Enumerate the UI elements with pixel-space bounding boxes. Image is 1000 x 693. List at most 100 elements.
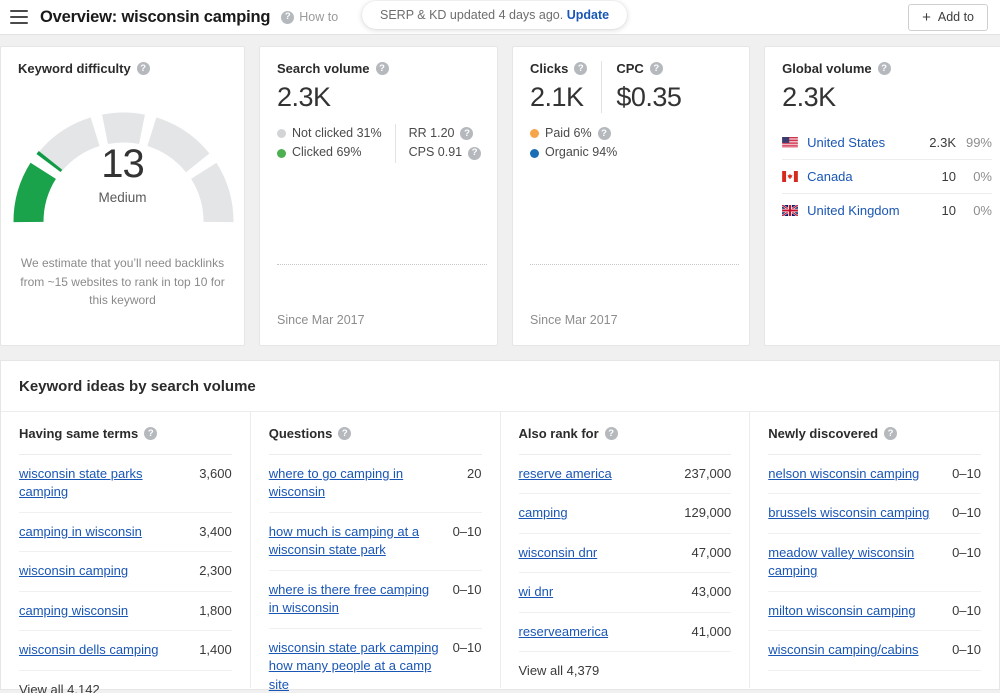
keyword-volume: 3,600 — [199, 465, 232, 481]
add-to-button[interactable]: + Add to — [908, 4, 988, 31]
keyword-link[interactable]: camping — [519, 504, 675, 522]
keyword-ideas-column: Having same terms?wisconsin state parks … — [1, 412, 251, 688]
keyword-volume: 129,000 — [684, 504, 731, 520]
page-title: Overview: wisconsin camping — [40, 8, 270, 27]
search-volume-legend: Not clicked 31% Clicked 69% RR 1.20 ? CP… — [277, 124, 480, 163]
keyword-link[interactable]: meadow valley wisconsin camping — [768, 544, 942, 581]
help-icon[interactable]: ? — [650, 62, 663, 75]
keyword-link[interactable]: brussels wisconsin camping — [768, 504, 942, 522]
keyword-difficulty-title: Keyword difficulty — [18, 61, 131, 76]
kd-gauge: 13 Medium — [1, 92, 244, 242]
keyword-link[interactable]: wi dnr — [519, 583, 682, 601]
clicks-label: Clicks ? — [530, 61, 587, 76]
column-heading-label: Also rank for — [519, 426, 599, 441]
legend-clicked: Clicked 69% — [277, 143, 382, 162]
keyword-volume: 237,000 — [684, 465, 731, 481]
not-clicked-label: Not clicked 31% — [292, 124, 382, 143]
keyword-ideas-column: Newly discovered?nelson wisconsin campin… — [750, 412, 999, 688]
cps-label: CPS 0.91 — [409, 143, 463, 162]
country-link[interactable]: United Kingdom — [807, 203, 900, 218]
kd-note: We estimate that you’ll need backlinks f… — [1, 254, 244, 310]
legend-not-clicked: Not clicked 31% — [277, 124, 382, 143]
help-icon[interactable]: ? — [878, 62, 891, 75]
keyword-ideas-title: Keyword ideas by search volume — [1, 361, 999, 412]
how-to-link[interactable]: ? How to — [281, 10, 338, 24]
country-volume: 10 — [942, 203, 956, 218]
keyword-link[interactable]: camping wisconsin — [19, 602, 189, 620]
keyword-volume: 47,000 — [691, 544, 731, 560]
keyword-link[interactable]: wisconsin dells camping — [19, 641, 189, 659]
keyword-row: reserve america 237,000 — [519, 455, 732, 494]
update-toast-text: SERP & KD updated 4 days ago. — [380, 8, 563, 22]
keyword-row: wisconsin camping 2,300 — [19, 552, 232, 591]
keyword-link[interactable]: wisconsin state park camping how many pe… — [269, 639, 443, 693]
clicks-title: Clicks — [530, 61, 568, 76]
column-heading: Also rank for? — [519, 412, 732, 455]
keyword-link[interactable]: camping in wisconsin — [19, 523, 189, 541]
help-icon[interactable]: ? — [598, 127, 611, 140]
keyword-row: wisconsin dells camping 1,400 — [19, 631, 232, 670]
keyword-volume: 1,400 — [199, 641, 232, 657]
keyword-volume: 2,300 — [199, 562, 232, 578]
help-icon[interactable]: ? — [468, 147, 481, 160]
global-volume-value: 2.3K — [782, 82, 992, 113]
keyword-volume: 0–10 — [453, 581, 482, 597]
keyword-link[interactable]: where is there free camping in wisconsin — [269, 581, 443, 618]
search-volume-chart — [277, 201, 487, 299]
country-volume: 10 — [942, 169, 956, 184]
help-icon[interactable]: ? — [137, 62, 150, 75]
update-link[interactable]: Update — [567, 8, 609, 22]
keyword-difficulty-card: Keyword difficulty ? 13 — [0, 46, 245, 346]
clicks-since: Since Mar 2017 — [530, 313, 618, 327]
keyword-row: wisconsin camping/cabins 0–10 — [768, 631, 981, 670]
country-link[interactable]: Canada — [807, 169, 853, 184]
keyword-link[interactable]: reserveamerica — [519, 623, 682, 641]
keyword-link[interactable]: reserve america — [519, 465, 675, 483]
clicks-card: Clicks ? 2.1K CPC ? $0.35 — [512, 46, 750, 346]
search-volume-reference-line — [277, 264, 487, 265]
keyword-link[interactable]: wisconsin camping/cabins — [768, 641, 942, 659]
keyword-link[interactable]: wisconsin state parks camping — [19, 465, 189, 502]
keyword-row: brussels wisconsin camping0–10 — [768, 494, 981, 533]
search-volume-since: Since Mar 2017 — [277, 313, 365, 327]
keyword-row: wisconsin state park camping how many pe… — [269, 629, 482, 693]
search-volume-bars — [277, 201, 487, 299]
help-icon[interactable]: ? — [376, 62, 389, 75]
hamburger-icon[interactable] — [10, 10, 28, 24]
not-clicked-swatch — [277, 129, 286, 138]
view-all-link[interactable]: View all 4,142 — [19, 671, 232, 693]
keyword-row: reserveamerica 41,000 — [519, 613, 732, 652]
help-icon[interactable]: ? — [338, 427, 351, 440]
keyword-ideas-columns: Having same terms?wisconsin state parks … — [1, 412, 999, 688]
keyword-row: wisconsin dnr 47,000 — [519, 534, 732, 573]
help-icon[interactable]: ? — [574, 62, 587, 75]
legend-organic: Organic 94% — [530, 143, 617, 162]
country-link[interactable]: United States — [807, 135, 885, 150]
clicked-swatch — [277, 149, 286, 158]
global-volume-label: Global volume ? — [782, 61, 992, 76]
help-icon[interactable]: ? — [460, 127, 473, 140]
keyword-volume: 0–10 — [952, 641, 981, 657]
keyword-link[interactable]: nelson wisconsin camping — [768, 465, 942, 483]
keyword-link[interactable]: wisconsin dnr — [519, 544, 682, 562]
legend-paid: Paid 6% ? — [530, 124, 617, 143]
keyword-volume: 0–10 — [952, 544, 981, 560]
help-icon[interactable]: ? — [281, 11, 294, 24]
keyword-link[interactable]: milton wisconsin camping — [768, 602, 942, 620]
country-percent: 0% — [956, 203, 992, 218]
keyword-link[interactable]: how much is camping at a wisconsin state… — [269, 523, 443, 560]
keyword-row: meadow valley wisconsin camping 0–10 — [768, 534, 981, 592]
keyword-volume: 20 — [467, 465, 481, 481]
view-all-link[interactable]: View all 4,379 — [519, 652, 732, 678]
help-icon[interactable]: ? — [144, 427, 157, 440]
keyword-volume: 41,000 — [691, 623, 731, 639]
keyword-link[interactable]: wisconsin camping — [19, 562, 189, 580]
clicks-legend: Paid 6% ? Organic 94% — [530, 124, 732, 163]
keyword-volume: 0–10 — [952, 602, 981, 618]
global-volume-title: Global volume — [782, 61, 872, 76]
keyword-link[interactable]: where to go camping in wisconsin — [269, 465, 457, 502]
metric-cards-row: Keyword difficulty ? 13 — [0, 35, 1000, 346]
help-icon[interactable]: ? — [605, 427, 618, 440]
keyword-volume: 43,000 — [691, 583, 731, 599]
help-icon[interactable]: ? — [884, 427, 897, 440]
